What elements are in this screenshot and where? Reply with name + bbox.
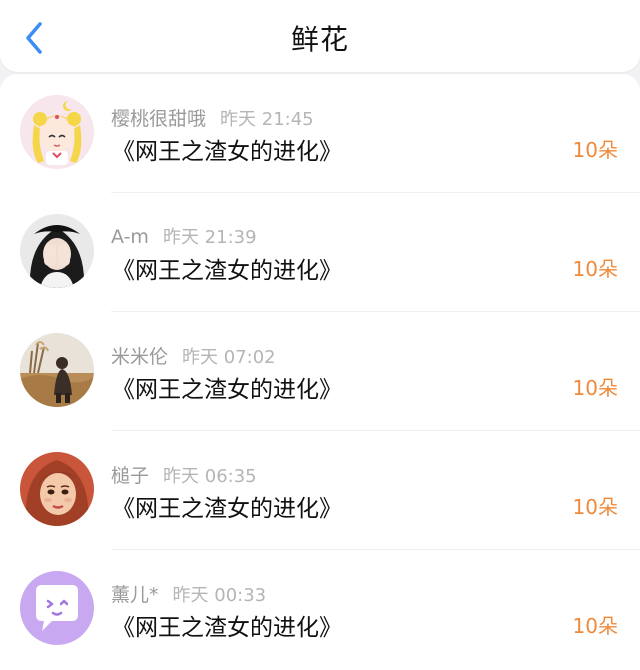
avatar[interactable] [20,333,94,407]
chat-bubble-avatar-icon [20,571,94,645]
top-bar: 鲜花 [0,0,640,72]
list-item[interactable]: 樱桃很甜哦 昨天 21:45 《网王之渣女的进化》 10朵 [0,74,640,193]
painted-girl-avatar-icon [20,452,94,526]
sender-name: 米米伦 昨天 07:02 [111,346,276,368]
list-item[interactable]: 薰儿* 昨天 00:33 《网王之渣女的进化》 10朵 [0,550,640,669]
flower-count: 10朵 [572,138,618,162]
sender-name: 樱桃很甜哦 昨天 21:45 [111,108,314,130]
field-boy-avatar-icon [20,333,94,407]
list-item[interactable]: 槌子 昨天 06:35 《网王之渣女的进化》 10朵 [0,431,640,550]
work-title[interactable]: 《网王之渣女的进化》 [112,608,342,642]
avatar[interactable] [20,452,94,526]
work-title[interactable]: 《网王之渣女的进化》 [112,251,342,285]
flower-count: 10朵 [572,614,618,638]
flower-count: 10朵 [572,257,618,281]
avatar[interactable] [20,214,94,288]
work-title[interactable]: 《网王之渣女的进化》 [112,370,342,404]
timestamp: 昨天 00:33 [172,585,267,606]
page-title: 鲜花 [290,23,349,56]
work-title[interactable]: 《网王之渣女的进化》 [112,132,342,166]
flower-count: 10朵 [572,376,618,400]
flower-count: 10朵 [572,495,618,519]
avatar[interactable] [20,571,94,645]
sender-name: 薰儿* 昨天 00:33 [111,584,267,606]
flower-list: 樱桃很甜哦 昨天 21:45 《网王之渣女的进化》 10朵 A-m 昨天 21:39… [0,74,640,670]
avatar[interactable] [20,95,94,169]
sender-name: A-m 昨天 21:39 [111,226,257,248]
list-item[interactable]: A-m 昨天 21:39 《网王之渣女的进化》 10朵 [0,193,640,312]
girl-covering-face-avatar-icon [20,214,94,288]
list-item[interactable]: 米米伦 昨天 07:02 《网王之渣女的进化》 10朵 [0,312,640,431]
timestamp: 昨天 21:39 [162,227,257,248]
timestamp: 昨天 21:45 [220,109,314,130]
sailor-moon-avatar-icon [20,95,94,169]
timestamp: 昨天 07:02 [182,347,276,368]
work-title[interactable]: 《网王之渣女的进化》 [112,489,342,523]
timestamp: 昨天 06:35 [163,466,257,487]
sender-name: 槌子 昨天 06:35 [111,465,257,487]
